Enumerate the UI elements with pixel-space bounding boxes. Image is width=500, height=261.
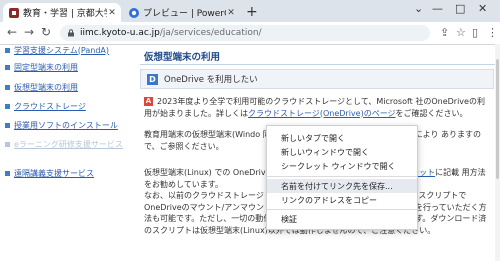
forward-icon[interactable]: → xyxy=(24,25,34,39)
tab-preview[interactable]: プレビュー | PowerCMS P ✕ xyxy=(123,3,240,22)
sidebar-item-label: 遠隔講義支援サービス xyxy=(14,168,94,178)
page-title: 仮想型端末の利用 xyxy=(144,52,221,63)
menu-kebab-icon[interactable]: ⋮ xyxy=(487,26,498,39)
bullet-icon xyxy=(5,122,10,128)
scroll-thumb[interactable] xyxy=(496,59,499,179)
tab-education[interactable]: 教育・学習 | 京都大学情報 ✕ xyxy=(3,3,121,22)
bullet-icon xyxy=(5,141,10,147)
menu-item-copy-link-address[interactable]: リンクのアドレスをコピー xyxy=(267,193,417,207)
tab-title: プレビュー | PowerCMS P xyxy=(143,9,226,19)
sidebar-item-fixed-terminal[interactable]: 固定型端末の利用 xyxy=(5,61,78,73)
section-label: OneDrive を利用したい xyxy=(164,75,258,85)
kyoto-favicon-icon xyxy=(9,7,19,18)
bullet-icon xyxy=(5,64,10,70)
address-bar[interactable]: iimc.kyoto-u.ac.jp/ja/services/education… xyxy=(60,25,430,41)
bullet-icon xyxy=(5,170,10,176)
sidebar-item-elearning[interactable]: eラーニング研修支援サービス xyxy=(5,138,123,150)
sidebar-item-software-install[interactable]: 授業用ソフトのインストール xyxy=(5,119,118,131)
sidebar-item-label: クラウドストレージ xyxy=(14,101,86,111)
sidebar-item-virtual-terminal[interactable]: 仮想型端末の利用 xyxy=(5,81,78,93)
sidebar-item-label: eラーニング研修支援サービス xyxy=(14,139,123,149)
browser-toolbar: ← → ↻ iimc.kyoto-u.ac.jp/ja/services/edu… xyxy=(0,22,500,45)
menu-item-save-link-as[interactable]: 名前を付けてリンク先を保存... xyxy=(267,179,417,193)
maximize-icon[interactable]: □ xyxy=(455,2,465,15)
paragraph-intro: A 2023年度より全学で利用可能のクラウドストレージとして、Microsoft … xyxy=(144,96,492,119)
powercms-favicon-icon xyxy=(129,7,139,18)
back-icon[interactable]: ← xyxy=(7,25,17,39)
close-tab-icon[interactable]: ✕ xyxy=(226,8,236,18)
site-info-icon[interactable] xyxy=(67,29,75,37)
menu-item-inspect[interactable]: 検証 xyxy=(267,212,417,226)
sidebar-item-cloud-storage[interactable]: クラウドストレージ xyxy=(5,100,86,112)
answer-badge-icon: A xyxy=(144,97,153,106)
bookmark-star-icon[interactable]: ☆ xyxy=(456,26,466,39)
menu-item-open-incognito[interactable]: シークレット ウィンドウで開く xyxy=(267,159,417,173)
title-divider xyxy=(140,64,495,65)
sidebar-item-label: 学習支援システム(PandA) xyxy=(14,45,109,55)
reload-icon[interactable]: ↻ xyxy=(41,25,51,39)
sidebar-nav: 学習支援システム(PandA) 固定型端末の利用 仮想型端末の利用 クラウドスト… xyxy=(0,44,130,261)
page-scrollbar[interactable] xyxy=(495,44,500,261)
context-menu: 新しいタブで開く 新しいウィンドウで開く シークレット ウィンドウで開く 名前を… xyxy=(266,125,418,230)
bullet-icon xyxy=(5,103,10,109)
section-onedrive: D OneDrive を利用したい xyxy=(140,69,494,89)
share-icon[interactable]: ⇪ xyxy=(440,26,449,39)
minimize-icon[interactable]: — xyxy=(432,2,443,15)
tab-title: 教育・学習 | 京都大学情報 xyxy=(23,9,107,19)
menu-item-open-new-tab[interactable]: 新しいタブで開く xyxy=(267,131,417,145)
menu-separator xyxy=(267,209,417,210)
section-icon: D xyxy=(147,73,158,85)
sidebar-item-label: 授業用ソフトのインストール xyxy=(14,120,118,130)
sidebar-item-label: 固定型端末の利用 xyxy=(14,62,78,72)
url-host: iimc.kyoto-u.ac.jp xyxy=(80,28,160,38)
side-panel-icon[interactable]: ▯ xyxy=(472,26,478,39)
tab-strip: 教育・学習 | 京都大学情報 ✕ プレビュー | PowerCMS P ✕ + … xyxy=(0,0,500,22)
close-tab-icon[interactable]: ✕ xyxy=(107,8,117,18)
sidebar-item-panda[interactable]: 学習支援システム(PandA) xyxy=(5,44,109,56)
bullet-icon xyxy=(5,84,10,90)
menu-item-open-new-window[interactable]: 新しいウィンドウで開く xyxy=(267,145,417,159)
menu-separator xyxy=(267,176,417,177)
paragraph-text: をご確認ください。 xyxy=(395,108,468,118)
url-path: /ja/services/education/ xyxy=(159,28,262,38)
onedrive-page-link[interactable]: クラウドストレージ(OneDrive)のページ xyxy=(248,109,396,118)
close-window-icon[interactable]: ✕ xyxy=(478,2,487,15)
tab-search-chevron-icon[interactable]: ⌄ xyxy=(414,2,423,15)
sidebar-item-label: 仮想型端末の利用 xyxy=(14,82,78,92)
sidebar-item-remote-lecture[interactable]: 遠隔講義支援サービス xyxy=(5,167,94,179)
new-tab-button[interactable]: + xyxy=(246,4,258,20)
bullet-icon xyxy=(5,47,10,53)
